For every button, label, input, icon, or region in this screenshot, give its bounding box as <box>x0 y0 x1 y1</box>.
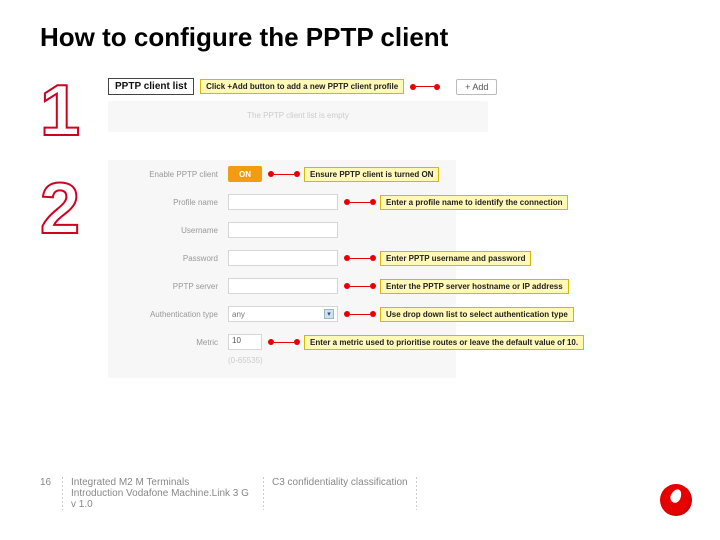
label-username: Username <box>108 226 228 235</box>
row-metric: Metric 10 Enter a metric used to priorit… <box>108 328 698 356</box>
row-profile: Profile name Enter a profile name to ide… <box>108 188 698 216</box>
vodafone-logo-icon <box>660 484 692 516</box>
enable-toggle[interactable]: ON <box>228 166 262 182</box>
step-number-2: 2 <box>40 168 80 250</box>
row-enable: Enable PPTP client ON Ensure PPTP client… <box>108 160 698 188</box>
section-2: Enable PPTP client ON Ensure PPTP client… <box>108 160 698 365</box>
panel-title: PPTP client list <box>108 78 194 95</box>
callout-enable: Ensure PPTP client is turned ON <box>304 167 439 182</box>
step-number-1: 1 <box>40 70 80 152</box>
metric-range-hint: (0-65535) <box>228 356 698 365</box>
chevron-down-icon: ▾ <box>324 309 334 319</box>
label-metric: Metric <box>108 338 228 347</box>
row-username: Username <box>108 216 698 244</box>
empty-list-text: The PPTP client list is empty <box>108 101 488 132</box>
callout-server: Enter the PPTP server hostname or IP add… <box>380 279 569 294</box>
arrow-to-add <box>410 84 440 90</box>
callout-auth: Use drop down list to select authenticat… <box>380 307 574 322</box>
label-profile: Profile name <box>108 198 228 207</box>
label-enable: Enable PPTP client <box>108 170 228 179</box>
footer-col-2: C3 confidentiality classification <box>264 477 416 488</box>
label-auth: Authentication type <box>108 310 228 319</box>
username-input[interactable] <box>228 222 338 238</box>
callout-metric: Enter a metric used to prioritise routes… <box>304 335 584 350</box>
add-button[interactable]: + Add <box>456 79 497 95</box>
auth-select[interactable]: any ▾ <box>228 306 338 322</box>
auth-selected-value: any <box>232 310 245 319</box>
footer-col-1: Integrated M2 M Terminals Introduction V… <box>63 477 263 510</box>
callout-profile: Enter a profile name to identify the con… <box>380 195 568 210</box>
callout-password: Enter PPTP username and password <box>380 251 531 266</box>
label-server: PPTP server <box>108 282 228 291</box>
metric-input[interactable]: 10 <box>228 334 262 350</box>
row-server: PPTP server Enter the PPTP server hostna… <box>108 272 698 300</box>
callout-add: Click +Add button to add a new PPTP clie… <box>200 79 404 94</box>
password-input[interactable] <box>228 250 338 266</box>
page-number: 16 <box>40 477 62 488</box>
row-auth: Authentication type any ▾ Use drop down … <box>108 300 698 328</box>
slide-footer: 16 Integrated M2 M Terminals Introductio… <box>40 477 680 510</box>
server-input[interactable] <box>228 278 338 294</box>
profile-input[interactable] <box>228 194 338 210</box>
label-password: Password <box>108 254 228 263</box>
row-password: Password Enter PPTP username and passwor… <box>108 244 698 272</box>
section-1: PPTP client list Click +Add button to ad… <box>108 78 698 132</box>
slide-title: How to configure the PPTP client <box>40 22 686 53</box>
